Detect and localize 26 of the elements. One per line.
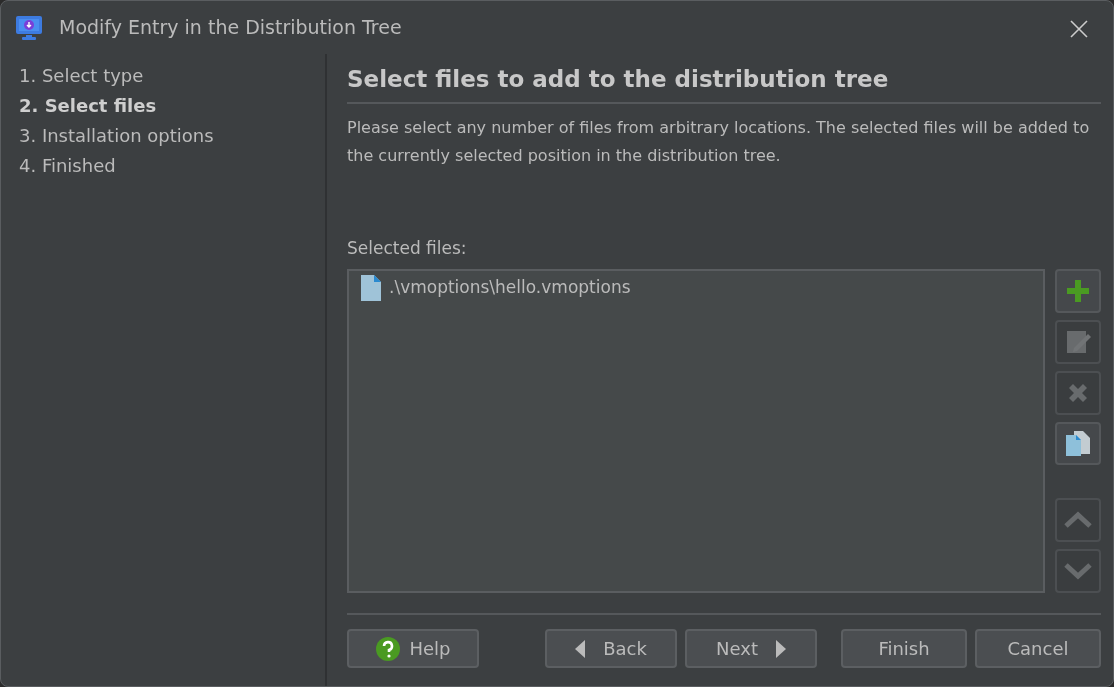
next-button[interactable]: Next [685, 629, 817, 669]
wizard-step[interactable]: 2. Select files [19, 92, 307, 119]
plus-icon [1065, 278, 1091, 304]
cancel-button[interactable]: Cancel [975, 629, 1101, 669]
triangle-left-icon [575, 639, 586, 658]
wizard-step[interactable]: 3. Installation options [19, 122, 307, 149]
chevron-down-icon [1064, 561, 1092, 582]
page-heading: Select files to add to the distribution tree [347, 66, 1101, 104]
description-text: Please select any number of files from arbitrary locations. The selected files will be added to the currently selected position in the distribution tree. [347, 116, 1091, 167]
file-name[interactable]: .\vmoptions\hello.vmoptions [389, 275, 631, 301]
help-icon [375, 635, 402, 662]
copy-button[interactable] [1055, 421, 1101, 466]
add-button[interactable] [1055, 269, 1101, 313]
close-icon [1069, 18, 1089, 39]
finish-button[interactable]: Finish [841, 629, 967, 669]
triangle-right-icon [775, 639, 786, 658]
back-button[interactable]: Back [545, 629, 677, 669]
file-icon [361, 275, 381, 302]
wizard-step[interactable]: 4. Finished [19, 152, 307, 179]
window-title: Modify Entry in the Distribution Tree [59, 15, 402, 41]
wizard-step[interactable]: 1. Select type [19, 62, 307, 89]
chevron-up-icon [1064, 510, 1092, 531]
list-label: Selected files: [347, 236, 468, 260]
help-button[interactable]: Help [347, 629, 479, 669]
documents-icon [1063, 428, 1093, 459]
monitor-icon [15, 14, 43, 41]
